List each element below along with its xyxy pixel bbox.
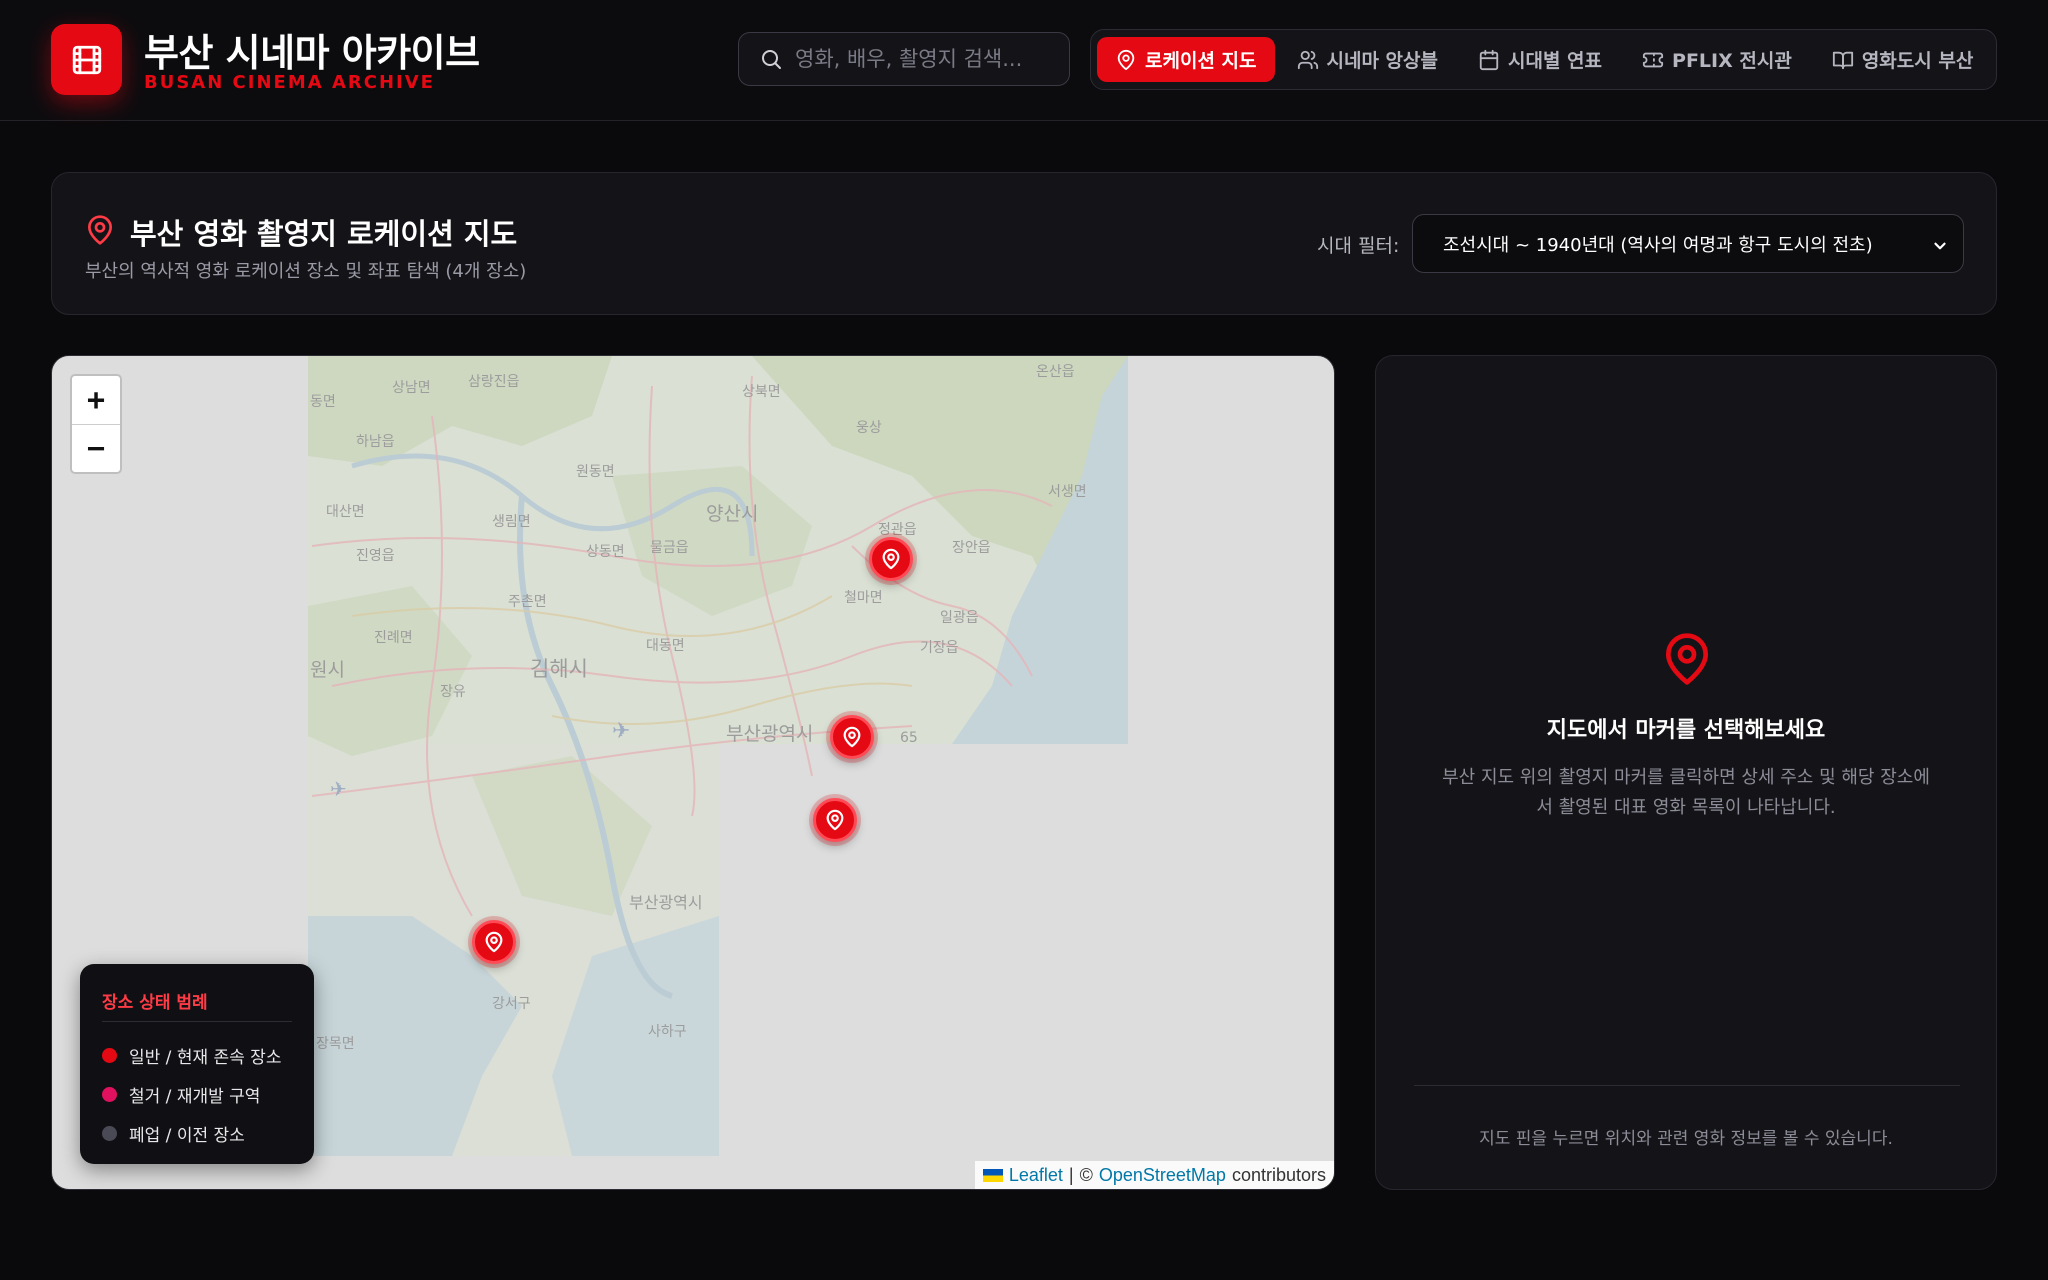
page-title: 부산 영화 촬영지 로케이션 지도	[130, 217, 518, 251]
zoom-in-button[interactable]: +	[72, 376, 120, 424]
users-icon	[1297, 50, 1318, 69]
map-pin-icon	[826, 809, 844, 831]
empty-state-description: 부산 지도 위의 촬영지 마커를 클릭하면 상세 주소 및 해당 장소에서 촬영…	[1442, 767, 1930, 818]
main-nav: 로케이션 지도 시네마 앙상블 시대별 연표 PFLIX 전시관 영화도시 부산	[1090, 29, 1997, 90]
map-attribution: Leaflet | © OpenStreetMap contributors	[974, 1161, 1334, 1189]
nav-item-pflix[interactable]: PFLIX 전시관	[1624, 37, 1810, 82]
era-filter-select[interactable]: 조선시대 ~ 1940년대 (역사의 여명과 항구 도시의 전초)	[1412, 214, 1964, 273]
map-pin-icon	[1666, 633, 1708, 685]
location-info-panel: 지도에서 마커를 선택해보세요 부산 지도 위의 촬영지 마커를 클릭하면 상세…	[1375, 355, 1997, 1190]
map-legend: 장소 상태 범례 일반 / 현재 존속 장소 철거 / 재개발 구역 폐업 / …	[80, 964, 314, 1164]
info-footer-hint: 지도 핀을 누르면 위치와 관련 영화 정보를 볼 수 있습니다.	[1479, 1129, 1893, 1149]
brand-title[interactable]: 부산 시네마 아카이브	[144, 22, 480, 77]
status-dot	[102, 1126, 117, 1141]
nav-item-label: 영화도시 부산	[1861, 50, 1974, 72]
search-icon	[762, 50, 781, 69]
map-pin-icon	[843, 726, 861, 748]
map-pin-icon	[88, 215, 112, 245]
map-marker[interactable]	[830, 715, 874, 759]
legend-item: 폐업 / 이전 장소	[102, 1114, 292, 1153]
map-marker[interactable]	[472, 920, 516, 964]
legend-item: 철거 / 재개발 구역	[102, 1075, 292, 1114]
film-icon[interactable]	[51, 24, 122, 95]
map-title-panel: 부산 영화 촬영지 로케이션 지도 부산의 역사적 영화 로케이션 장소 및 좌…	[51, 172, 1997, 315]
nav-item-timeline[interactable]: 시대별 연표	[1460, 37, 1620, 82]
era-filter-label: 시대 필터:	[1317, 235, 1400, 257]
ticket-icon	[1642, 52, 1664, 67]
chevron-down-icon	[1934, 242, 1946, 250]
search-input[interactable]	[795, 47, 1045, 71]
zoom-out-button[interactable]: −	[72, 424, 120, 472]
ukraine-flag-icon	[982, 1168, 1003, 1182]
zoom-control: + −	[70, 374, 122, 474]
calendar-icon	[1479, 49, 1499, 70]
nav-item-label: 시대별 연표	[1508, 50, 1603, 72]
legend-title: 장소 상태 범례	[102, 988, 292, 1022]
map-marker[interactable]	[813, 798, 857, 842]
page-subtitle: 부산의 역사적 영화 로케이션 장소 및 좌표 탐색 (4개 장소)	[85, 261, 527, 282]
status-dot	[102, 1048, 117, 1063]
nav-item-label: PFLIX 전시관	[1672, 50, 1792, 72]
nav-item-label: 로케이션 지도	[1145, 50, 1257, 72]
divider	[1414, 1085, 1960, 1086]
era-filter-value: 조선시대 ~ 1940년대 (역사의 여명과 항구 도시의 전초)	[1443, 234, 1873, 256]
book-icon	[1832, 51, 1853, 69]
location-map[interactable]: ✈ ✈ 양산시 김해시 부산광역시 부산광역시 원시 서생면 기장읍 일광읍 철…	[51, 355, 1335, 1190]
empty-state-title: 지도에서 마커를 선택해보세요	[1546, 718, 1826, 743]
map-pin-icon	[485, 931, 503, 953]
leaflet-link[interactable]: Leaflet	[1009, 1165, 1063, 1186]
status-dot	[102, 1087, 117, 1102]
osm-link[interactable]: OpenStreetMap	[1099, 1165, 1226, 1186]
search-box[interactable]	[738, 32, 1070, 86]
brand-subtitle: BUSAN CINEMA ARCHIVE	[144, 72, 435, 93]
app-header: 부산 시네마 아카이브 BUSAN CINEMA ARCHIVE 로케이션 지도…	[0, 0, 2048, 121]
map-marker[interactable]	[869, 537, 913, 581]
nav-item-location-map[interactable]: 로케이션 지도	[1097, 37, 1275, 82]
nav-item-film-city[interactable]: 영화도시 부산	[1814, 37, 1992, 82]
map-pin-icon	[882, 548, 900, 570]
nav-item-cinema-ensemble[interactable]: 시네마 앙상블	[1279, 37, 1457, 82]
map-pin-icon	[1117, 49, 1135, 70]
legend-item: 일반 / 현재 존속 장소	[102, 1036, 292, 1075]
nav-item-label: 시네마 앙상블	[1326, 50, 1439, 72]
